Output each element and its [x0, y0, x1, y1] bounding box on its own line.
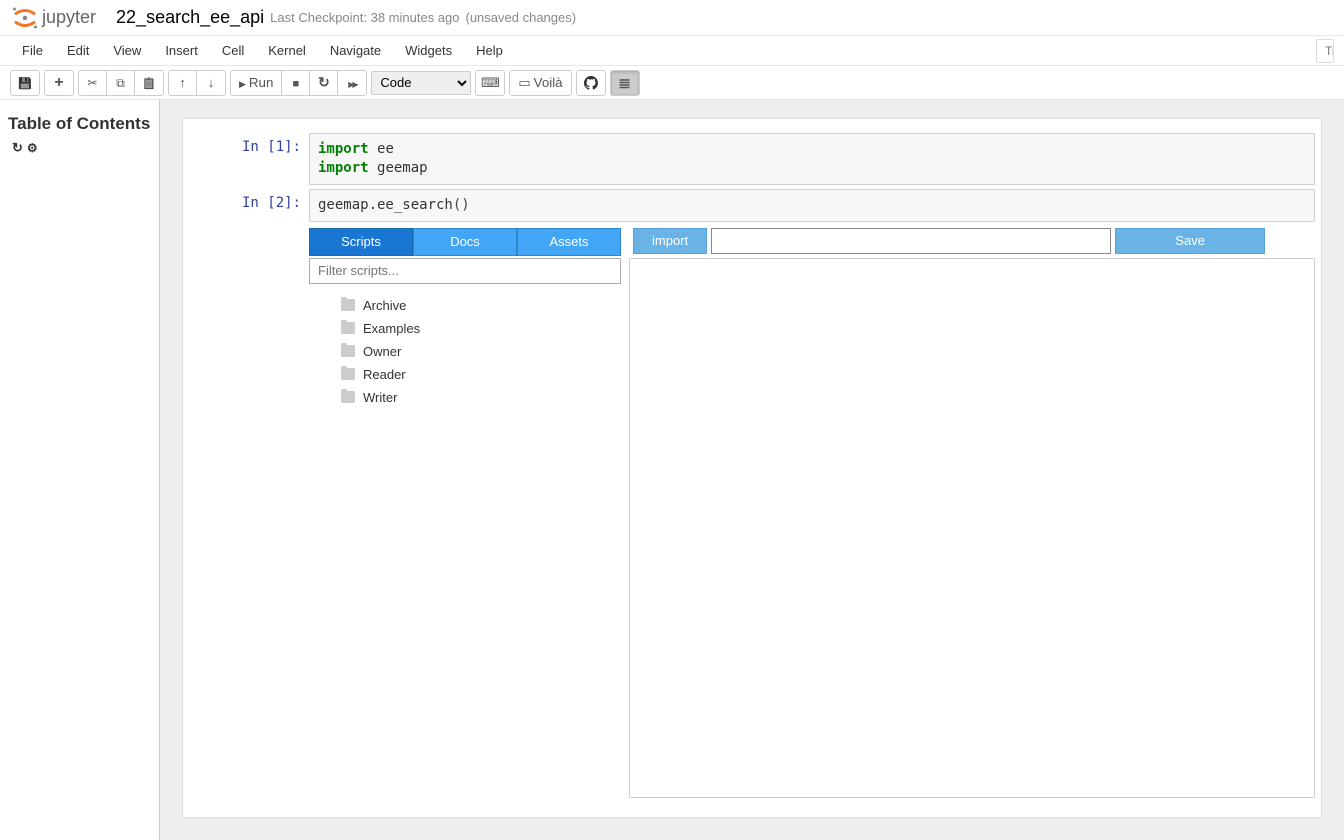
main-area: Table of Contents In [1]: import eeimpor… — [0, 100, 1344, 840]
screen-icon — [518, 75, 530, 91]
notebook-scroll[interactable]: In [1]: import eeimport geemap In [2]: g… — [160, 100, 1344, 840]
play-icon — [239, 75, 246, 90]
menu-help[interactable]: Help — [464, 37, 515, 64]
github-icon — [584, 76, 598, 90]
scripts-list: Archive Examples Owner Reader Writer — [309, 288, 621, 415]
code-cell-1[interactable]: In [1]: import eeimport geemap — [189, 133, 1315, 185]
paste-icon — [142, 75, 156, 90]
copy-icon — [116, 75, 125, 91]
copy-button[interactable] — [107, 71, 135, 95]
tab-docs[interactable]: Docs — [413, 228, 517, 256]
folder-icon — [341, 322, 355, 334]
menu-cell[interactable]: Cell — [210, 37, 256, 64]
insert-cell-button[interactable] — [45, 71, 73, 95]
stop-icon — [293, 75, 300, 90]
folder-examples[interactable]: Examples — [341, 317, 621, 340]
save-script-button[interactable]: Save — [1115, 228, 1265, 254]
restart-icon — [318, 74, 330, 91]
cut-icon — [87, 75, 97, 90]
folder-icon — [341, 299, 355, 311]
move-up-button[interactable] — [169, 71, 197, 95]
code-cell-2[interactable]: In [2]: geemap.ee_search() — [189, 189, 1315, 222]
plus-icon — [54, 74, 63, 92]
jupyter-text: jupyter — [42, 7, 96, 28]
widget-tabs: Scripts Docs Assets — [309, 228, 621, 256]
fast-forward-icon — [348, 75, 356, 90]
restart-run-all-button[interactable] — [338, 71, 366, 95]
menu-view[interactable]: View — [101, 37, 153, 64]
cut-button[interactable] — [79, 71, 107, 95]
move-down-button[interactable] — [197, 71, 225, 95]
folder-reader[interactable]: Reader — [341, 363, 621, 386]
menu-edit[interactable]: Edit — [55, 37, 101, 64]
folder-writer[interactable]: Writer — [341, 386, 621, 409]
command-palette-button[interactable] — [476, 71, 504, 95]
jupyter-logo[interactable]: jupyter — [10, 3, 96, 33]
save-icon — [18, 75, 32, 90]
notebook-header: jupyter 22_search_ee_api Last Checkpoint… — [0, 0, 1344, 36]
trusted-indicator[interactable]: Trusted — [1316, 39, 1334, 63]
filter-scripts-input[interactable] — [309, 258, 621, 284]
cell-prompt: In [2]: — [189, 189, 309, 222]
arrow-down-icon — [208, 75, 215, 90]
folder-icon — [341, 345, 355, 357]
menu-widgets[interactable]: Widgets — [393, 37, 464, 64]
folder-icon — [341, 391, 355, 403]
scripts-left-panel: Archive Examples Owner Reader Writer — [309, 258, 621, 798]
toc-sidebar: Table of Contents — [0, 100, 160, 840]
folder-owner[interactable]: Owner — [341, 340, 621, 363]
import-button[interactable]: import — [633, 228, 707, 254]
code-input[interactable]: import eeimport geemap — [309, 133, 1315, 185]
stop-button[interactable] — [282, 71, 310, 95]
notebook-container: In [1]: import eeimport geemap In [2]: g… — [182, 118, 1322, 818]
scripts-preview-panel — [629, 258, 1315, 798]
menu-kernel[interactable]: Kernel — [256, 37, 318, 64]
cell-prompt: In [1]: — [189, 133, 309, 185]
folder-archive[interactable]: Archive — [341, 294, 621, 317]
folder-icon — [341, 368, 355, 380]
menu-navigate[interactable]: Navigate — [318, 37, 393, 64]
voila-button[interactable]: Voilà — [510, 71, 570, 95]
restart-button[interactable] — [310, 71, 338, 95]
tab-assets[interactable]: Assets — [517, 228, 621, 256]
voila-label: Voilà — [534, 75, 563, 90]
toc-refresh-button[interactable] — [12, 139, 23, 157]
run-label: Run — [249, 75, 273, 90]
cell-output-widget: Scripts Docs Assets import Save — [189, 228, 1315, 798]
arrow-up-icon — [179, 75, 186, 90]
toc-settings-button[interactable] — [27, 139, 38, 157]
toc-title: Table of Contents — [8, 112, 151, 160]
cell-type-select[interactable]: Code Markdown Raw NBConvert Heading — [371, 71, 471, 95]
menu-insert[interactable]: Insert — [153, 37, 210, 64]
run-button[interactable]: Run — [231, 71, 282, 95]
toolbar: Run Code Markdown Raw NBConvert Heading … — [0, 66, 1344, 100]
unsaved-label: (unsaved changes) — [466, 10, 577, 25]
checkpoint-text: Last Checkpoint: 38 minutes ago — [270, 10, 459, 25]
code-input[interactable]: geemap.ee_search() — [309, 189, 1315, 222]
menu-bar: File Edit View Insert Cell Kernel Naviga… — [0, 36, 1344, 66]
notebook-name[interactable]: 22_search_ee_api — [116, 7, 264, 28]
tab-scripts[interactable]: Scripts — [309, 228, 413, 256]
keyboard-icon — [481, 75, 500, 91]
github-button[interactable] — [577, 71, 605, 95]
sidebar-resize-handle[interactable] — [159, 470, 160, 490]
menu-file[interactable]: File — [10, 37, 55, 64]
toc-toggle-button[interactable] — [611, 71, 639, 95]
save-button[interactable] — [11, 71, 39, 95]
paste-button[interactable] — [135, 71, 163, 95]
import-path-input[interactable] — [711, 228, 1111, 254]
list-icon — [618, 74, 631, 92]
